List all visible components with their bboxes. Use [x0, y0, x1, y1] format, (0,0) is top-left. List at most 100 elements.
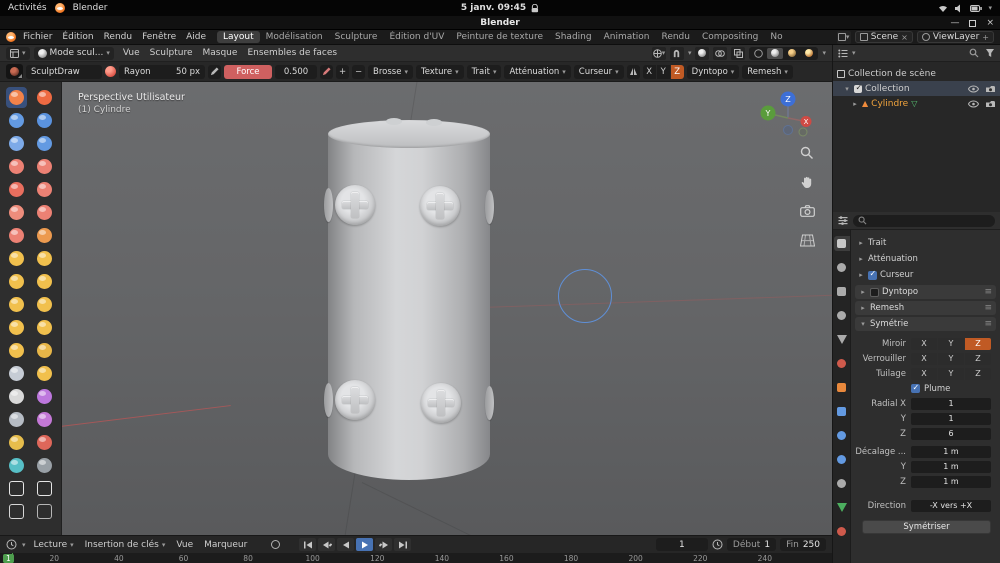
strength-slider[interactable]: Force [224, 65, 272, 79]
collection-checkbox[interactable] [854, 85, 862, 93]
remesh-dropdown[interactable]: Remesh▾ [742, 65, 793, 79]
panel-curseur[interactable]: ▸Curseur [851, 267, 1000, 283]
snake-hook-brush[interactable] [34, 271, 55, 292]
radius-slider[interactable]: Rayon 50 px [119, 65, 205, 79]
draw-sharp-brush[interactable] [34, 87, 55, 108]
frame-start-field[interactable]: Début1 [727, 538, 776, 551]
offset-z-field[interactable]: 1 m [911, 476, 991, 488]
radius-pressure-toggle[interactable] [208, 65, 221, 79]
shading-rendered-button[interactable] [801, 48, 817, 59]
scene-tab[interactable] [834, 332, 850, 347]
snap-magnet-button[interactable] [670, 47, 684, 60]
scene-browse-button[interactable]: ▾ [837, 31, 851, 44]
feather-checkbox[interactable] [911, 384, 920, 393]
menu-item[interactable]: Fenêtre [137, 32, 181, 42]
activities-button[interactable]: Activités [8, 3, 47, 13]
workspace-tab[interactable]: No [764, 31, 788, 43]
mirror-y-toggle[interactable]: Y [938, 338, 964, 350]
auto-key-record-button[interactable] [271, 540, 280, 549]
frame-end-field[interactable]: Fin250 [780, 538, 826, 551]
outliner-row-cylindre[interactable]: ▸ ▲ Cylindre ▽ [833, 96, 1000, 111]
menu-item[interactable]: Aide [181, 32, 211, 42]
thumb-brush[interactable] [6, 294, 27, 315]
slide-relax-brush[interactable] [6, 340, 27, 361]
lock-z-toggle[interactable]: Z [965, 353, 991, 365]
workspace-tab[interactable]: Modélisation [260, 31, 329, 43]
blob-brush[interactable] [34, 156, 55, 177]
texture-dropdown[interactable]: Texture▾ [416, 65, 464, 79]
falloff-dropdown[interactable]: Atténuation▾ [504, 65, 570, 79]
clock[interactable]: 5 janv. 09:45 [461, 3, 526, 13]
line-project-tool[interactable] [6, 501, 27, 522]
radial-y-field[interactable]: 1 [911, 413, 991, 425]
camera-view-tool[interactable] [798, 202, 816, 220]
displacement-eraser-brush[interactable] [6, 409, 27, 430]
next-keyframe-button[interactable] [375, 538, 392, 551]
mesh-filter-tool[interactable] [34, 501, 55, 522]
shading-wireframe-button[interactable] [750, 48, 766, 59]
material-tab[interactable] [834, 524, 850, 539]
timeline-editor-chevron[interactable]: ▾ [22, 541, 26, 549]
viewport-menu-item[interactable]: Sculpture [145, 48, 198, 58]
draw-brush[interactable] [6, 87, 27, 108]
strength-pressure-toggle[interactable] [320, 65, 333, 79]
navigation-gizmo[interactable]: Z Y X [759, 88, 817, 146]
clay-thumb-brush[interactable] [6, 133, 27, 154]
layer-brush[interactable] [34, 133, 55, 154]
nudge-brush[interactable] [6, 317, 27, 338]
lock-x-toggle[interactable]: X [911, 353, 937, 365]
viewport-menu-item[interactable]: Vue [118, 48, 145, 58]
search-icon[interactable] [969, 48, 979, 58]
filter-funnel-icon[interactable] [985, 48, 995, 58]
curseur-checkbox[interactable] [868, 271, 877, 280]
paint-brush[interactable] [6, 432, 27, 453]
shading-material-button[interactable] [784, 48, 800, 59]
grab-brush[interactable] [34, 248, 55, 269]
timeline-editor-icon[interactable] [6, 539, 17, 550]
transform-orientation-button[interactable]: ▾ [652, 47, 666, 60]
zoom-tool[interactable] [798, 144, 816, 162]
current-frame-badge[interactable]: 1 [3, 554, 14, 563]
tile-z-toggle[interactable]: Z [965, 368, 991, 380]
tile-x-toggle[interactable]: X [911, 368, 937, 380]
drag-handle-icon[interactable]: ≡ [984, 287, 992, 297]
smear-brush[interactable] [34, 432, 55, 453]
viewport-menu-item[interactable]: Masque [198, 48, 243, 58]
radial-z-field[interactable]: 6 [911, 428, 991, 440]
symmetry-x-toggle[interactable]: X [643, 65, 656, 79]
prev-keyframe-button[interactable] [318, 538, 335, 551]
outliner-row-collection[interactable]: ▾ Collection [833, 81, 1000, 96]
box-trim-tool[interactable] [34, 478, 55, 499]
stroke-dropdown[interactable]: Trait▾ [467, 65, 502, 79]
focused-app-name[interactable]: Blender [73, 3, 108, 13]
perspective-toggle-tool[interactable] [798, 231, 816, 249]
particles-tab[interactable] [834, 428, 850, 443]
properties-search-input[interactable] [853, 215, 995, 227]
snap-chevron-icon[interactable]: ▾ [688, 49, 692, 57]
add-mode-button[interactable]: + [336, 65, 349, 79]
workspace-tab[interactable]: Compositing [696, 31, 764, 43]
scrape-brush[interactable] [6, 225, 27, 246]
dyntopo-checkbox[interactable] [870, 288, 879, 297]
workspace-tab[interactable]: Layout [217, 31, 260, 43]
gizmo-negative-z[interactable] [784, 126, 793, 135]
clay-strips-brush[interactable] [34, 110, 55, 131]
radial-x-field[interactable]: 1 [911, 398, 991, 410]
expand-arrow-icon[interactable]: ▾ [843, 85, 851, 93]
panel-attenuation[interactable]: ▸Atténuation [851, 251, 1000, 267]
brush-dropdown[interactable]: Brosse▾ [368, 65, 413, 79]
xray-button[interactable] [731, 47, 745, 60]
mirror-x-toggle[interactable]: X [911, 338, 937, 350]
crease-brush[interactable] [6, 179, 27, 200]
tool-tab[interactable] [834, 236, 850, 251]
flatten-brush[interactable] [6, 202, 27, 223]
workspace-tab[interactable]: Édition d'UV [383, 31, 450, 43]
workspace-tab[interactable]: Shading [549, 31, 598, 43]
pinch-brush[interactable] [6, 248, 27, 269]
elastic-deform-brush[interactable] [6, 271, 27, 292]
expand-arrow-icon[interactable]: ▸ [851, 100, 859, 108]
workspace-tab[interactable]: Animation [598, 31, 656, 43]
physics-tab[interactable] [834, 452, 850, 467]
modifiers-tab[interactable] [834, 404, 850, 419]
rotate-brush[interactable] [34, 317, 55, 338]
